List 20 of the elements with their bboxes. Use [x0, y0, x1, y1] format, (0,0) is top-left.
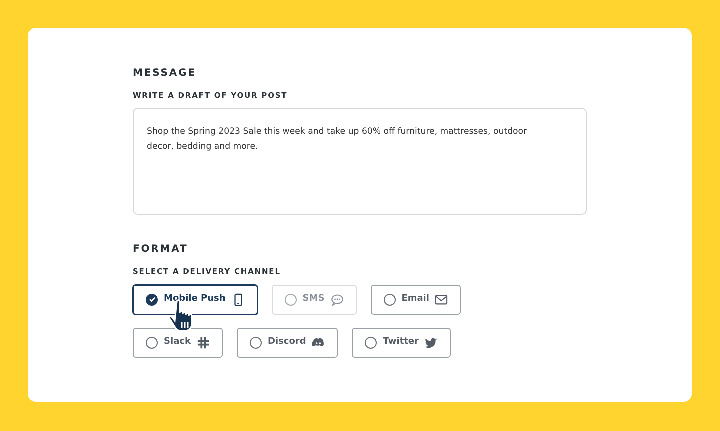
- bird-icon: [424, 336, 438, 350]
- gamepad-icon: [312, 336, 326, 350]
- hash-icon: [196, 336, 210, 350]
- radio-icon: [384, 294, 396, 306]
- radio-icon: [365, 336, 378, 348]
- channel-option[interactable]: Email: [370, 284, 462, 314]
- section-heading: MESSAGE: [133, 68, 198, 80]
- checked-radio-icon: [146, 294, 158, 306]
- post-draft-field[interactable]: Shop the Spring 2023 Sale this week and take up 60% off furniture, mattresses, outdoor decor, bedding and more.: [133, 108, 587, 216]
- section-heading: FORMAT: [133, 244, 190, 256]
- channel-option[interactable]: Twitter: [352, 328, 451, 358]
- channel-option[interactable]: Mobile Push: [133, 284, 258, 314]
- channel-option[interactable]: Discord: [236, 328, 338, 358]
- channel-option[interactable]: Slack: [133, 328, 223, 358]
- radio-icon: [284, 294, 297, 306]
- radio-icon: [250, 336, 262, 348]
- phone-icon: [232, 292, 245, 306]
- envelope-icon: [435, 292, 448, 306]
- chat-bubble-icon: [330, 292, 344, 306]
- radio-icon: [146, 336, 158, 348]
